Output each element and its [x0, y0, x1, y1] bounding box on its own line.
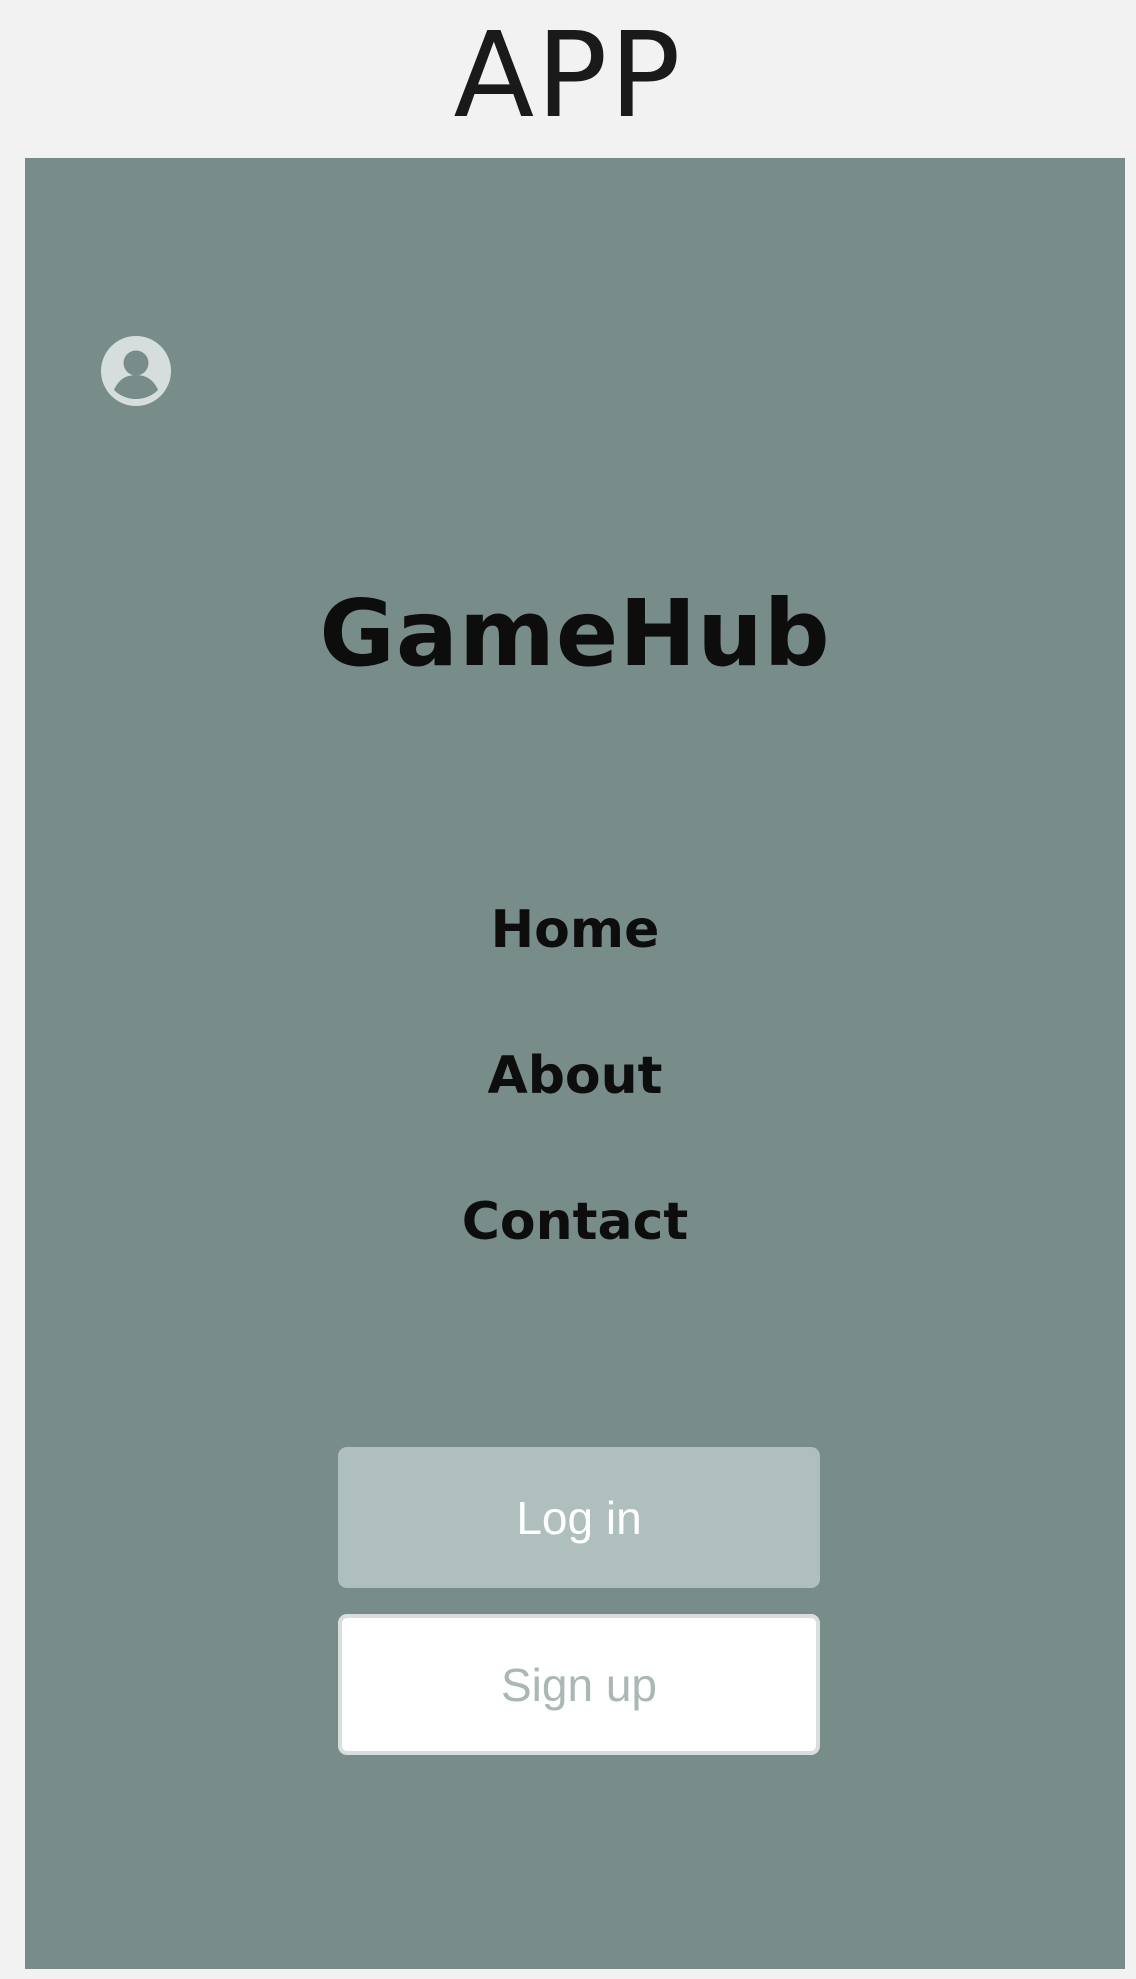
app-screen: GameHub Home About Contact Log in Sign u…	[25, 158, 1125, 1969]
user-circle-icon	[101, 336, 171, 406]
nav-item-about: About	[25, 1044, 1125, 1190]
nav-item-home: Home	[25, 898, 1125, 1044]
nav-link-about[interactable]: About	[475, 1044, 674, 1109]
brand-title: GameHub	[319, 580, 831, 687]
main-nav: Home About Contact	[25, 898, 1125, 1336]
page-title: APP	[453, 6, 683, 144]
nav-item-contact: Contact	[25, 1190, 1125, 1336]
nav-link-home[interactable]: Home	[479, 898, 672, 963]
signup-button[interactable]: Sign up	[338, 1614, 820, 1755]
user-avatar-button[interactable]	[101, 336, 171, 406]
nav-link-contact[interactable]: Contact	[450, 1190, 701, 1255]
login-button-label: Log in	[516, 1491, 642, 1544]
signup-button-label: Sign up	[500, 1658, 657, 1711]
login-button[interactable]: Log in	[338, 1447, 820, 1588]
page-header: APP	[0, 0, 1136, 158]
